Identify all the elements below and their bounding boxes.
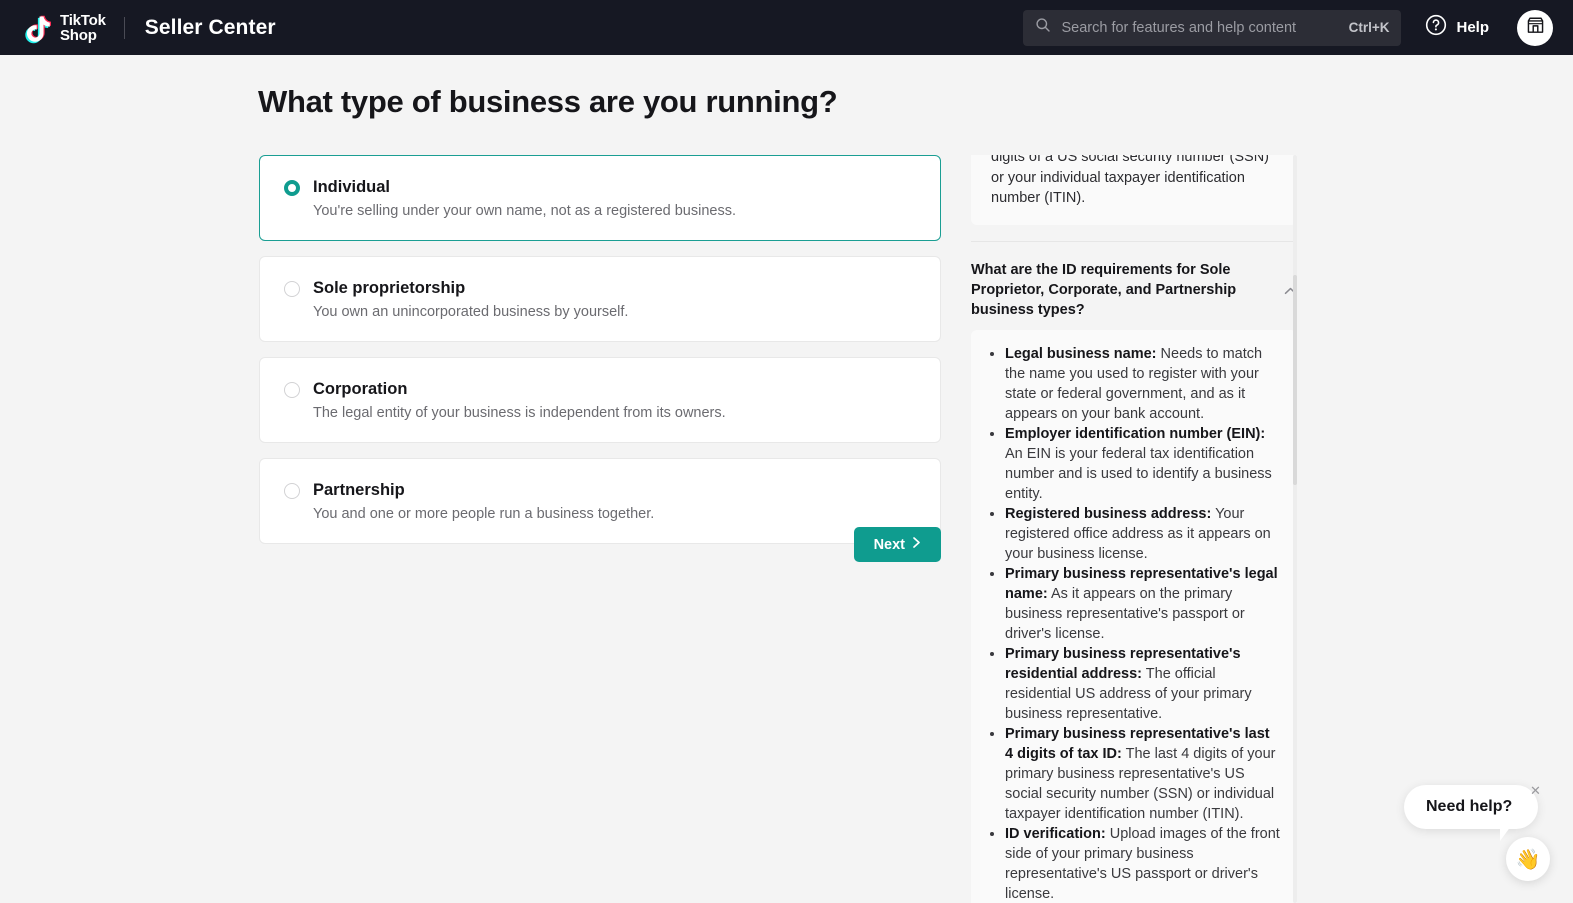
- help-button[interactable]: Help: [1425, 14, 1489, 41]
- header-divider: [123, 16, 125, 39]
- option-label: Individual: [313, 178, 391, 196]
- chevron-right-icon: [912, 536, 921, 553]
- next-button-label: Next: [873, 536, 905, 553]
- radio-icon-sole-proprietorship[interactable]: [284, 280, 300, 297]
- need-help-bubble-tail: [1500, 826, 1511, 841]
- brand-wordmark: TikTok Shop: [60, 13, 106, 43]
- faq-accordion-header[interactable]: What are the ID requirements for Sole Pr…: [971, 242, 1297, 330]
- need-help-label: Need help?: [1426, 798, 1513, 815]
- business-type-option-individual[interactable]: Individual You're selling under your own…: [259, 155, 941, 241]
- close-icon[interactable]: ✕: [1530, 784, 1541, 797]
- panel-scrollbar-thumb[interactable]: [1293, 275, 1297, 485]
- business-type-option-list: Individual You're selling under your own…: [259, 155, 941, 559]
- panel-scrollbar-track[interactable]: [1293, 155, 1297, 903]
- help-circle-icon: [1425, 14, 1447, 41]
- brand-wordmark-line1: TikTok: [60, 11, 106, 29]
- list-item: ID verification: Upload images of the fr…: [1005, 824, 1281, 903]
- option-header: Sole proprietorship: [284, 279, 916, 298]
- faq-question-text: What are the ID requirements for Sole Pr…: [971, 261, 1237, 318]
- list-item-term: Employer identification number (EIN):: [1005, 425, 1266, 442]
- faq-requirement-list: Legal business name: Needs to match the …: [987, 344, 1281, 903]
- option-label: Partnership: [313, 481, 405, 499]
- radio-icon-individual[interactable]: [284, 179, 300, 196]
- faq-previous-answer-clipped: digits of a US social security number (S…: [971, 155, 1297, 225]
- option-description: You're selling under your own name, not …: [313, 203, 736, 219]
- option-header: Individual: [284, 178, 916, 197]
- faq-previous-answer-text: digits of a US social security number (S…: [991, 155, 1270, 206]
- search-shortcut-hint: Ctrl+K: [1348, 20, 1390, 35]
- option-header: Partnership: [284, 481, 916, 500]
- header-right-group: Search for features and help content Ctr…: [1023, 0, 1573, 55]
- list-item: Legal business name: Needs to match the …: [1005, 344, 1281, 424]
- list-item: Primary business representative's reside…: [1005, 644, 1281, 724]
- page-title: What type of business are you running?: [258, 84, 838, 119]
- list-item-term: Legal business name:: [1005, 345, 1157, 362]
- radio-icon-corporation[interactable]: [284, 381, 300, 398]
- shop-account-button[interactable]: [1517, 9, 1553, 46]
- list-item: Primary business representative's last 4…: [1005, 724, 1281, 824]
- faq-side-panel: digits of a US social security number (S…: [971, 155, 1297, 903]
- help-label: Help: [1456, 19, 1489, 36]
- next-button[interactable]: Next: [853, 527, 941, 562]
- list-item: Primary business representative's legal …: [1005, 564, 1281, 644]
- help-chat-fab-button[interactable]: 👋: [1506, 837, 1550, 881]
- storefront-icon: [1525, 15, 1546, 41]
- top-header-bar: TikTok Shop Seller Center Search for fea…: [0, 0, 1573, 55]
- list-item: Registered business address: Your regist…: [1005, 504, 1281, 564]
- brand-logo-group[interactable]: TikTok Shop Seller Center: [16, 7, 276, 49]
- faq-accordion-body: Legal business name: Needs to match the …: [971, 329, 1297, 903]
- option-description: You and one or more people run a busines…: [313, 506, 655, 522]
- radio-icon-partnership[interactable]: [284, 482, 300, 499]
- global-search-box[interactable]: Search for features and help content Ctr…: [1023, 9, 1402, 46]
- list-item: Employer identification number (EIN): An…: [1005, 424, 1281, 504]
- list-item-term: Registered business address:: [1005, 505, 1212, 522]
- option-label: Sole proprietorship: [313, 279, 466, 297]
- brand-wordmark-line2: Shop: [60, 26, 97, 44]
- option-description: The legal entity of your business is ind…: [313, 405, 726, 421]
- search-icon: [1035, 17, 1051, 38]
- business-type-option-corporation[interactable]: Corporation The legal entity of your bus…: [259, 357, 941, 443]
- option-description: You own an unincorporated business by yo…: [313, 304, 629, 320]
- tiktok-shop-logo-icon: [16, 7, 58, 49]
- waving-hand-icon: 👋: [1515, 848, 1541, 871]
- product-name-label: Seller Center: [144, 15, 276, 39]
- option-label: Corporation: [313, 380, 408, 398]
- option-header: Corporation: [284, 380, 916, 399]
- business-type-option-sole-proprietorship[interactable]: Sole proprietorship You own an unincorpo…: [259, 256, 941, 342]
- need-help-bubble[interactable]: Need help?: [1404, 785, 1539, 829]
- list-item-term: ID verification:: [1005, 825, 1106, 842]
- form-actions: Next: [259, 527, 941, 562]
- search-input[interactable]: Search for features and help content: [1061, 20, 1348, 36]
- list-item-text: An EIN is your federal tax identificatio…: [1005, 445, 1272, 502]
